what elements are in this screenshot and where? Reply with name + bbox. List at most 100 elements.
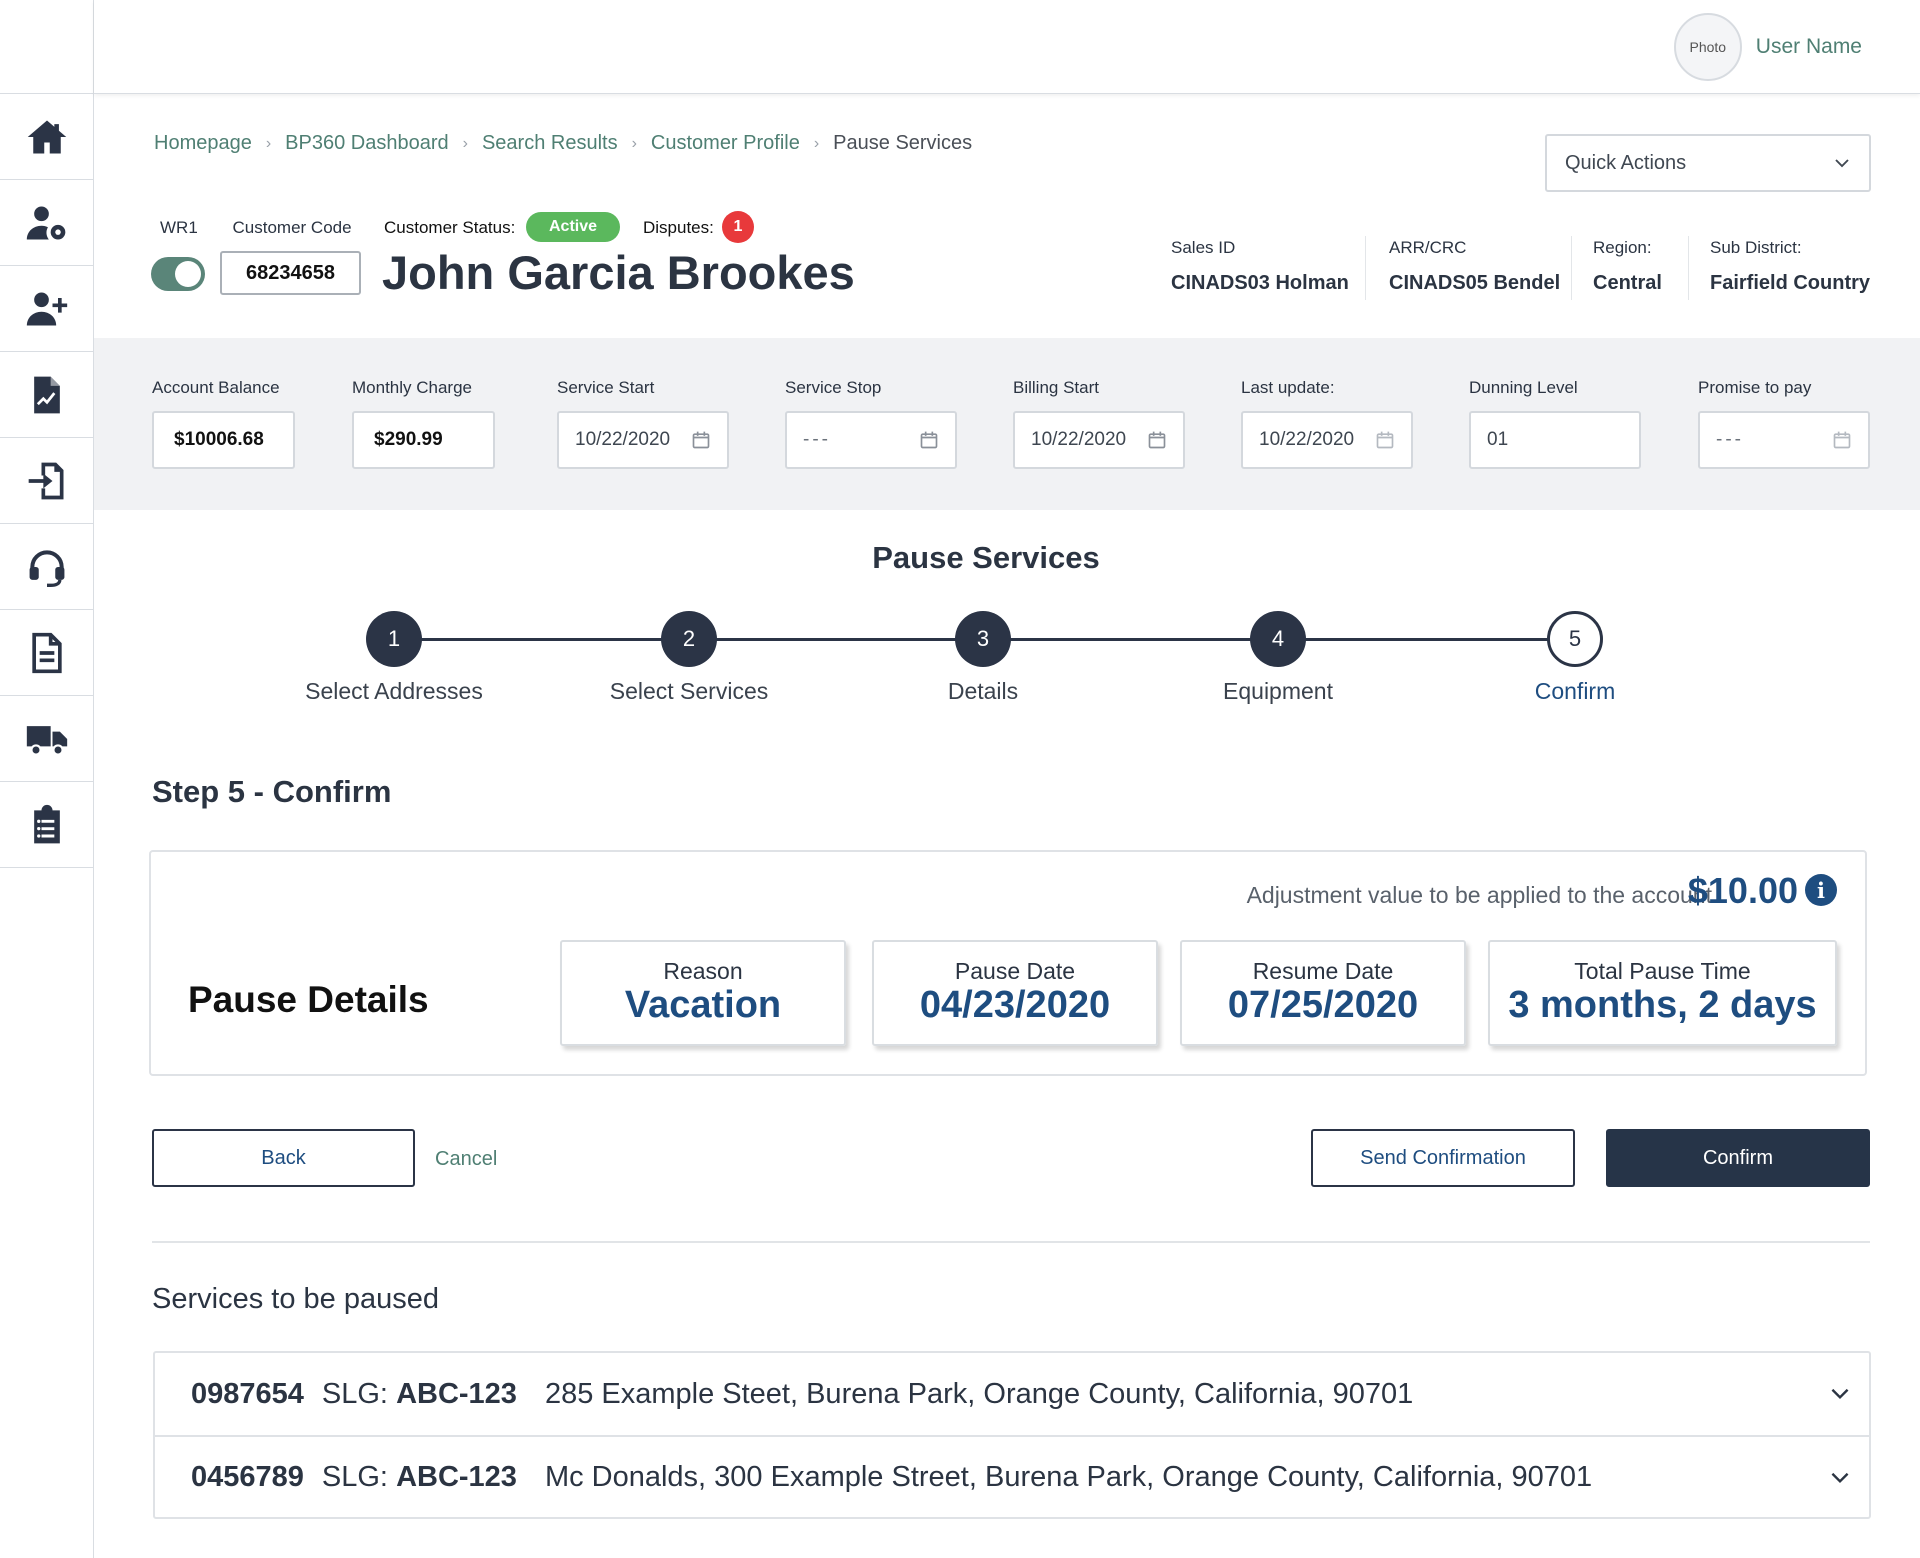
- calendar-icon[interactable]: [1832, 430, 1852, 450]
- stepper-title: Pause Services: [872, 540, 1100, 575]
- detail-value: 07/25/2020: [1227, 983, 1419, 1026]
- detail-label: Total Pause Time: [1574, 957, 1751, 984]
- sidebar-item-documents[interactable]: [0, 610, 93, 696]
- back-button[interactable]: Back: [152, 1129, 415, 1187]
- dunning-level-input[interactable]: 01: [1469, 411, 1641, 469]
- transfer-icon: [28, 462, 63, 499]
- quick-actions-dropdown[interactable]: Quick Actions: [1545, 134, 1871, 192]
- calendar-icon[interactable]: [919, 430, 939, 450]
- disputes-badge[interactable]: 1: [722, 211, 754, 243]
- list-item[interactable]: 0987654 SLG: ABC-123 285 Example Steet, …: [155, 1353, 1869, 1435]
- field-label: Monthly Charge: [352, 378, 473, 397]
- customer-status-label: Customer Status:: [384, 218, 516, 237]
- service-stop-input[interactable]: ---: [785, 411, 957, 469]
- resume-date-box: Resume Date 07/25/2020: [1180, 940, 1466, 1046]
- service-address: Mc Donalds, 300 Example Street, Burena P…: [544, 1460, 1593, 1493]
- service-id: 0987654: [191, 1377, 304, 1410]
- wr-label: WR1: [160, 218, 198, 237]
- step-2-circle[interactable]: 2: [661, 611, 717, 667]
- detail-label: Pause Date: [954, 957, 1076, 984]
- monthly-charge-value: $290.99: [352, 411, 495, 469]
- breadcrumb-homepage[interactable]: Homepage: [154, 132, 252, 155]
- send-confirmation-button[interactable]: Send Confirmation: [1311, 1129, 1575, 1187]
- cancel-link[interactable]: Cancel: [435, 1148, 497, 1171]
- adjustment-value: $10.00: [1687, 870, 1798, 911]
- home-icon: [27, 120, 66, 153]
- sidebar-item-reports[interactable]: [0, 352, 93, 438]
- info-icon[interactable]: i: [1805, 874, 1837, 906]
- service-slg: SLG: ABC-123: [322, 1378, 517, 1411]
- sidebar-item-home[interactable]: [0, 94, 93, 180]
- meta-divider: [1365, 236, 1366, 300]
- service-start-field: Service Start 10/22/2020: [557, 378, 729, 469]
- calendar-icon[interactable]: [1375, 430, 1395, 450]
- chevron-down-icon[interactable]: [1827, 1464, 1853, 1490]
- step-4-circle[interactable]: 4: [1250, 611, 1306, 667]
- step-2-label: Select Services: [609, 678, 769, 704]
- chevron-right-icon: ›: [265, 134, 272, 152]
- meta-sales-id: Sales ID CINADS03 Holman: [1171, 238, 1349, 295]
- date-value: 10/22/2020: [575, 429, 671, 450]
- calendar-icon[interactable]: [691, 430, 711, 450]
- slg-label: SLG:: [321, 1460, 388, 1493]
- chevron-right-icon: ›: [631, 134, 637, 152]
- billing-start-field: Billing Start 10/22/2020: [1013, 378, 1185, 469]
- meta-value: Central: [1593, 272, 1662, 294]
- field-label: Dunning Level: [1469, 378, 1578, 397]
- sidebar-item-delivery[interactable]: [0, 696, 93, 782]
- pause-details-title: Pause Details: [188, 979, 429, 1020]
- document-icon: [31, 632, 62, 673]
- field-label: Last update:: [1241, 378, 1335, 397]
- report-icon: [33, 376, 60, 413]
- customer-code-label: Customer Code: [232, 218, 352, 237]
- calendar-icon[interactable]: [1147, 430, 1167, 450]
- meta-arr-crc: ARR/CRC CINADS05 Bendel: [1389, 238, 1560, 295]
- breadcrumb-customer-profile[interactable]: Customer Profile: [651, 132, 800, 155]
- avatar[interactable]: Photo: [1673, 13, 1742, 81]
- top-header: Photo User Name: [94, 0, 1920, 94]
- step-1-circle[interactable]: 1: [366, 611, 422, 667]
- service-start-input[interactable]: 10/22/2020: [557, 411, 729, 469]
- step-3-circle[interactable]: 3: [955, 611, 1011, 667]
- slg-value: ABC-123: [396, 1460, 517, 1493]
- clipboard-icon: [33, 804, 60, 843]
- billing-start-input[interactable]: 10/22/2020: [1013, 411, 1185, 469]
- confirm-button[interactable]: Confirm: [1606, 1129, 1870, 1187]
- section-title: Step 5 - Confirm: [152, 774, 392, 809]
- date-value: ---: [803, 429, 831, 450]
- step-4-label: Equipment: [1223, 678, 1333, 704]
- date-value: ---: [1716, 429, 1744, 450]
- promise-to-pay-input[interactable]: ---: [1698, 411, 1870, 469]
- wr-toggle[interactable]: [151, 257, 205, 291]
- breadcrumb-dashboard[interactable]: BP360 Dashboard: [285, 132, 448, 155]
- customer-labels: WR1 Customer Code: [160, 218, 352, 238]
- total-pause-time-box: Total Pause Time 3 months, 2 days: [1488, 940, 1837, 1046]
- detail-value: Vacation: [624, 983, 782, 1026]
- meta-region: Region: Central: [1593, 238, 1662, 295]
- meta-value: CINADS03 Holman: [1171, 272, 1349, 294]
- dunning-value: 01: [1487, 429, 1509, 450]
- adjustment-text: Adjustment value to be applied to the ac…: [1246, 882, 1712, 908]
- list-item[interactable]: 0456789 SLG: ABC-123 Mc Donalds, 300 Exa…: [155, 1435, 1869, 1517]
- meta-divider: [1571, 236, 1572, 300]
- meta-label: Region:: [1593, 238, 1652, 257]
- service-slg: SLG: ABC-123: [322, 1461, 517, 1494]
- sidebar-item-transfer[interactable]: [0, 438, 93, 524]
- detail-value: 3 months, 2 days: [1508, 983, 1817, 1026]
- sidebar-nav: [0, 0, 94, 1558]
- user-name[interactable]: User Name: [1756, 35, 1862, 59]
- user-menu[interactable]: Photo User Name: [1673, 13, 1862, 81]
- sidebar-item-user-settings[interactable]: [0, 180, 93, 266]
- user-plus-icon: [26, 292, 67, 325]
- step-5-circle[interactable]: 5: [1547, 611, 1603, 667]
- last-update-field: Last update: 10/22/2020: [1241, 378, 1413, 469]
- last-update-input[interactable]: 10/22/2020: [1241, 411, 1413, 469]
- chevron-down-icon: [1835, 159, 1849, 168]
- chevron-down-icon[interactable]: [1827, 1380, 1853, 1406]
- breadcrumb-search-results[interactable]: Search Results: [482, 132, 618, 155]
- sidebar-item-add-user[interactable]: [0, 266, 93, 352]
- sidebar-item-tasks[interactable]: [0, 782, 93, 868]
- meta-divider: [1688, 236, 1689, 300]
- customer-name: John Garcia Brookes: [382, 246, 855, 299]
- customer-code: 68234658: [220, 251, 361, 295]
